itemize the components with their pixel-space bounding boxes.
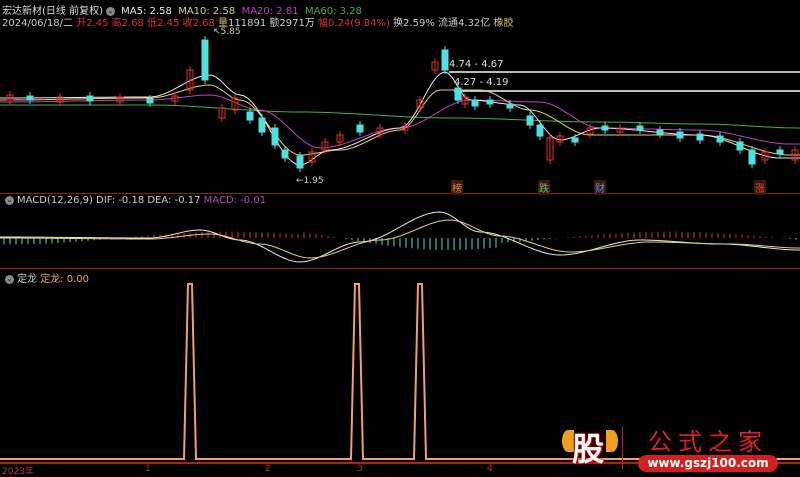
watermark-url: www.gszj100.com [638,455,778,472]
indicator-name: 定龙 [17,274,37,285]
candle [258,117,266,133]
dif-value: DIF: -0.18 [96,195,145,206]
panel-divider [0,193,800,194]
candle [748,149,756,165]
candle [356,124,364,133]
sector: 橡胶 [493,18,514,29]
float-cap: 流通4.32亿 [438,18,491,29]
candle [696,133,704,141]
change-label: 幅 [318,18,329,29]
candle [716,135,724,143]
x-axis-label: 1 [145,464,151,474]
x-axis-label: 4 [487,464,493,474]
dropdown-icon[interactable]: ⌄ [5,274,14,284]
macd-header: ⌄ MACD(12,26,9) DIF: -0.18 DEA: -0.17 MAC… [2,195,266,206]
x-axis-label: 2 [265,464,271,474]
candle [676,131,684,139]
high-price-label: ↖5.85 [213,27,241,37]
ma60-line [0,104,800,129]
candle [601,125,609,131]
watermark-text: 公式之家 [648,428,768,456]
change-value: 0.24(9.84%) [328,18,390,29]
candle [296,155,304,169]
candle [571,137,579,143]
candle [636,125,644,131]
candle [736,141,744,151]
dropdown-icon[interactable]: ⌄ [5,195,14,205]
panel-divider [0,268,800,269]
date: 2024/06/18/二 [2,18,74,29]
amount-value: 2971万 [279,18,315,29]
signal-tag: 榜 [451,180,463,195]
turnover: 换2.59% [393,18,435,29]
high-value: 2.68 [121,18,144,29]
candle [506,103,514,109]
candle [526,115,534,126]
amount-label: 额 [269,18,280,29]
candle [86,95,94,102]
ma5-line [0,71,800,166]
candle [271,127,279,146]
dea-value: DEA: -0.17 [147,195,201,206]
signal-tag: 跌 [538,180,550,195]
chart-canvas[interactable] [0,0,800,476]
low-value: 2.45 [157,18,180,29]
open-label: 开 [76,18,87,29]
watermark-logo: 股 [560,420,620,468]
indicator-header: ⌄ 定龙 定龙: 0.00 [2,270,89,285]
candle [486,99,494,105]
candle [146,98,154,104]
candle [454,87,462,101]
candle [281,149,289,159]
candle [776,149,784,155]
low-price-label: ←1.95 [296,176,324,186]
macd-value: MACD: -0.01 [203,195,267,206]
candle [471,99,479,107]
signal-tag: 财 [594,180,606,195]
candle [26,95,34,101]
candle [246,111,254,121]
range-label-2: 4.27 - 4.19 [454,77,509,88]
candle [656,129,664,135]
candle [441,49,449,71]
close-value: 2.68 [192,18,215,29]
high-label: 高 [111,18,122,29]
indicator-value: 定龙: 0.00 [40,274,90,285]
watermark-divider [622,426,623,470]
close-label: 收 [182,18,193,29]
open-value: 2.45 [86,18,109,29]
x-axis-label: 2023年 [2,467,34,477]
range-label-1: 4.74 - 4.67 [449,59,504,70]
candle [201,39,209,81]
signal-tag: 涨 [754,180,766,195]
quote-line: 2024/06/18/二 开2.45 高2.68 低2.45 收2.68 量11… [2,14,513,29]
low-label: 低 [147,18,158,29]
dif-line [0,211,800,263]
macd-title: MACD(12,26,9) [17,195,93,206]
candle [536,124,544,137]
x-axis-label: 3 [357,464,363,474]
